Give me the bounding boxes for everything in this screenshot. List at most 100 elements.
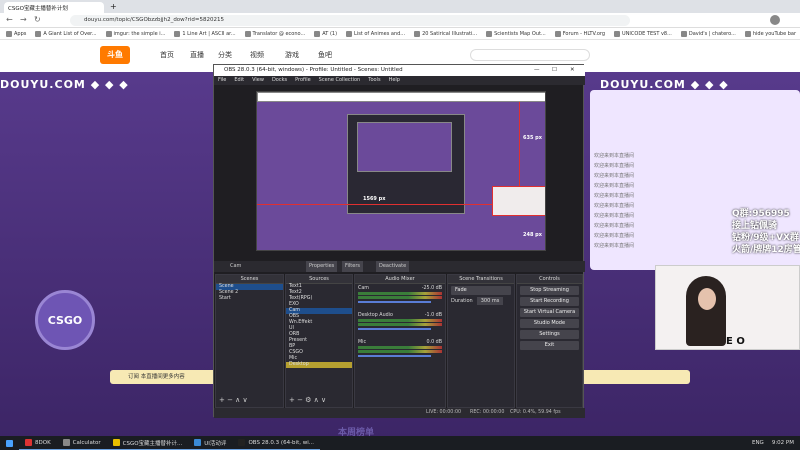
properties-button[interactable]: Properties [306, 261, 338, 272]
bookmark-label: 20 Satirical Illustrati... [422, 30, 478, 37]
bookmark-item[interactable]: Translator @ econo... [244, 30, 305, 37]
nav-video[interactable]: 视频 [250, 50, 264, 60]
mixer-track-head: Mic 0.0 dB [355, 340, 445, 345]
language-indicator[interactable]: ENG [752, 440, 764, 446]
browser-tab[interactable]: CSGO宝藏主播替补计划 [4, 2, 104, 13]
obs-status-bar: LIVE: 00:00:00 REC: 00:00:00 CPU: 0.4%, … [214, 408, 585, 418]
cam-source-box[interactable] [492, 186, 545, 216]
taskbar: 8DOK Calculator CSGO宝藏主播替补计... UI活动评 OBS 28.… [0, 436, 800, 450]
duration-input[interactable]: 300 ms [476, 297, 504, 305]
clock[interactable]: 9:02 PM [772, 440, 794, 446]
transition-select[interactable]: Fade [451, 286, 511, 295]
app-label: UI活动评 [204, 440, 227, 447]
new-tab-icon[interactable]: + [110, 2, 117, 11]
bookmark-label: A Giant List of Over... [43, 30, 97, 37]
obs-window: OBS 28.0.3 (64-bit, windows) - Profile: … [213, 64, 585, 418]
menu-item[interactable]: Edit [234, 76, 244, 85]
track-name: Desktop Audio [358, 313, 393, 318]
bookmark-item[interactable]: David's | chatero... [680, 30, 736, 37]
volume-slider[interactable] [358, 328, 431, 330]
bookmark-item[interactable]: Forum - HLTV.org [554, 30, 605, 37]
menu-item[interactable]: Scene Collection [319, 76, 361, 85]
bookmark-icon [35, 30, 42, 37]
douyu-logo[interactable]: 斗鱼 [100, 46, 130, 64]
minimize-icon[interactable]: — [534, 65, 540, 76]
menu-item[interactable]: Help [389, 76, 400, 85]
start-icon[interactable] [0, 436, 19, 450]
source-add-remove-icons[interactable]: + − ⚙ ∧ ∨ [289, 396, 326, 404]
nav-live[interactable]: 直播 [190, 50, 204, 60]
overlay-label-left: 1569 px [363, 196, 386, 202]
menu-item[interactable]: Profile [295, 76, 311, 85]
csgo-logo: CSGO [35, 290, 95, 350]
mixer-track: Mic 0.0 dB [355, 338, 445, 357]
overlay-label-bottom: 248 px [523, 232, 542, 238]
filters-button[interactable]: Filters [342, 261, 363, 272]
nav-category[interactable]: 分类 [218, 50, 232, 60]
taskbar-app[interactable]: UI活动评 [188, 436, 233, 450]
control-button[interactable]: Start Virtual Camera [520, 308, 579, 317]
site-search-input[interactable] [470, 49, 590, 61]
bookmark-icon [614, 30, 621, 37]
bookmark-label: 1 Line Art | ASCII ar... [182, 30, 236, 37]
reload-icon[interactable]: ↻ [34, 15, 41, 24]
bookmark-item[interactable]: A Giant List of Over... [35, 30, 97, 37]
avatar[interactable] [770, 15, 780, 25]
chat-line: 欢迎来到本直播间 [594, 233, 635, 239]
control-button[interactable]: Exit [520, 341, 579, 350]
control-button[interactable]: Studio Mode [520, 319, 579, 328]
bookmark-item[interactable]: Apps [6, 30, 26, 37]
obs-preview[interactable]: 635 px 1569 px 248 px [256, 91, 546, 251]
douyu-tile-left: DOUYU.COM ◆ ◆ ◆ [0, 78, 129, 91]
menu-item[interactable]: Docks [272, 76, 287, 85]
taskbar-app[interactable]: OBS 28.0.3 (64-bit, wi... [232, 436, 320, 450]
scene-add-remove-icons[interactable]: + − ∧ ∨ [219, 396, 248, 404]
track-db: -1.0 dB [424, 313, 442, 318]
bookmark-label: hide youTube bar [752, 30, 797, 37]
bookmark-icon [414, 30, 421, 37]
overlay-label-top: 635 px [523, 135, 542, 141]
chat-line: 欢迎来到本直播间 [594, 213, 635, 219]
scenes-dock: Scenes Scene Scene 2 Start + − ∧ ∨ [215, 274, 284, 408]
bookmark-item[interactable]: 1 Line Art | ASCII ar... [174, 30, 236, 37]
nav-home[interactable]: 首页 [160, 50, 174, 60]
chat-line: 欢迎来到本直播间 [594, 173, 635, 179]
track-name: Mic [358, 340, 367, 345]
bookmark-item[interactable]: hide youTube bar [744, 30, 797, 37]
controls-dock: Controls Stop Streaming Start Recording St… [516, 274, 583, 408]
control-button[interactable]: Start Recording [520, 297, 579, 306]
volume-slider[interactable] [358, 301, 431, 303]
taskbar-items: 8DOK Calculator CSGO宝藏主播替补计... UI活动评 OBS 28.… [19, 436, 320, 450]
taskbar-app[interactable]: 8DOK [19, 436, 57, 450]
taskbar-app[interactable]: CSGO宝藏主播替补计... [106, 436, 189, 450]
bookmark-item[interactable]: AT (1) [314, 30, 337, 37]
control-button[interactable]: Stop Streaming [520, 286, 579, 295]
bookmark-icon [244, 30, 251, 37]
taskbar-app[interactable]: Calculator [56, 436, 107, 450]
transitions-header: Scene Transitions [448, 275, 514, 284]
deactivate-button[interactable]: Deactivate [376, 261, 410, 272]
bookmark-item[interactable]: 20 Satirical Illustrati... [414, 30, 478, 37]
duration-label: Duration [451, 298, 473, 304]
bookmark-item[interactable]: imgur: the simple i... [105, 30, 165, 37]
back-icon[interactable]: ← [6, 15, 13, 24]
maximize-icon[interactable]: ☐ [552, 65, 557, 76]
nav-fishbar[interactable]: 鱼吧 [318, 50, 332, 60]
menu-item[interactable]: View [252, 76, 264, 85]
control-button[interactable]: Settings [520, 330, 579, 339]
scene-item[interactable]: Start [216, 296, 283, 302]
menu-item[interactable]: File [218, 76, 226, 85]
menu-item[interactable]: Tools [368, 76, 380, 85]
nav-game[interactable]: 游戏 [285, 50, 299, 60]
scenes-header: Scenes [216, 275, 283, 284]
close-icon[interactable]: ✕ [570, 65, 575, 76]
source-item[interactable]: Desktop [286, 362, 352, 368]
bookmark-item[interactable]: UNICODE TEST v8... [614, 30, 672, 37]
bookmark-item[interactable]: Scientists Map Out... [486, 30, 546, 37]
bookmark-item[interactable]: List of Animes and... [346, 30, 405, 37]
forward-icon[interactable]: → [20, 15, 27, 24]
cpu-fps: CPU: 0.4%, 59.94 fps [510, 410, 561, 415]
face-shape [698, 288, 716, 310]
url-field[interactable]: douyu.com/topic/CSGObzzbjjh2_dow?rid=582… [70, 15, 630, 26]
volume-slider[interactable] [358, 355, 431, 357]
